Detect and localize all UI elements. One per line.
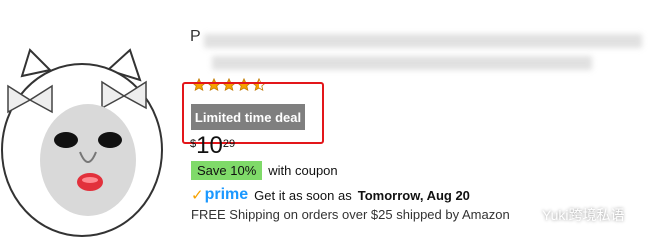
price-fraction: 29 [222,138,236,150]
blurred-title-line-1 [204,34,642,48]
product-image[interactable] [0,40,168,243]
delivery-date: Tomorrow, Aug 20 [357,187,470,203]
prime-check-icon: ✓ [191,187,204,204]
prime-logo: ✓ prime [191,186,248,204]
product-title[interactable]: P [190,28,642,72]
meme-face-image [0,40,168,243]
coupon-row: Save 10% with coupon [191,161,338,180]
product-title-text: P [190,28,201,45]
price-whole: 10 [196,132,223,159]
limited-time-deal-badge: Limited time deal [191,104,305,130]
watermark-text: Yuki跨境私语 [542,207,625,223]
coupon-text: with coupon [268,163,338,178]
delivery-prefix: Get it as soon as [254,187,352,203]
free-shipping-text: FREE Shipping on orders over $25 shipped… [191,207,510,222]
price: $ 10 29 [190,134,235,158]
prime-delivery-row: ✓ prime Get it as soon as Tomorrow, Aug … [191,186,470,204]
wechat-icon [514,206,535,224]
watermark: Yuki跨境私语 [512,203,624,227]
coupon-badge: Save 10% [191,161,263,180]
prime-logo-text: prime [204,186,249,203]
blurred-title-line-2 [212,56,592,70]
